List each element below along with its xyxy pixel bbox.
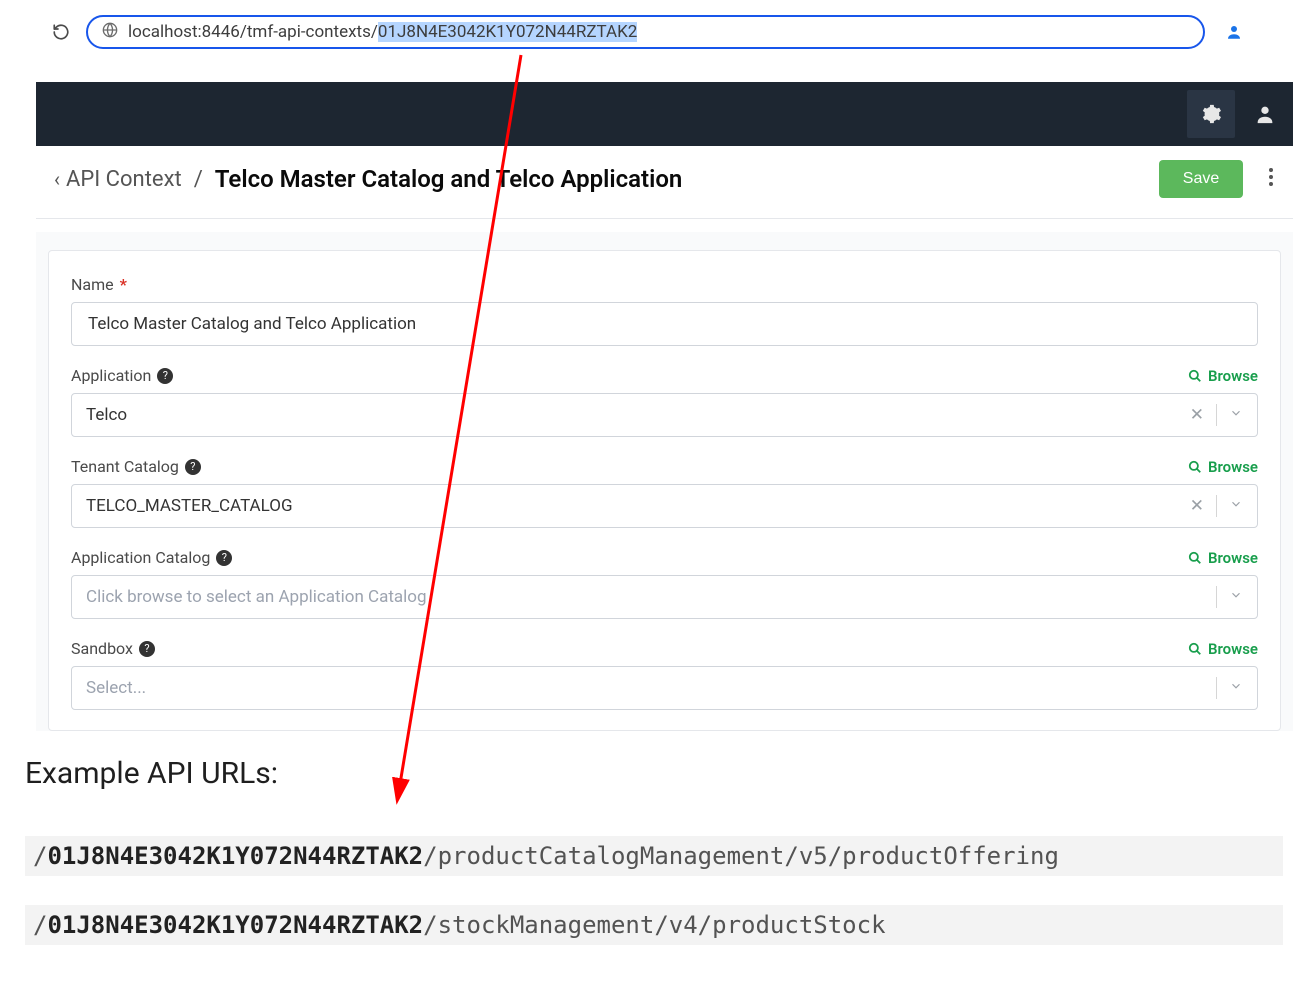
sandbox-browse[interactable]: Browse <box>1188 640 1258 658</box>
page-title: Telco Master Catalog and Telco Applicati… <box>215 165 1155 193</box>
field-application-catalog: Application Catalog ? Browse Click brows… <box>71 548 1258 619</box>
person-icon <box>1225 23 1243 41</box>
example-url-1: /01J8N4E3042K1Y072N44RZTAK2/productCatal… <box>25 836 1283 876</box>
field-application: Application ? Browse Telco ✕ <box>71 366 1258 437</box>
gear-icon <box>1200 103 1222 125</box>
globe-icon <box>102 22 118 43</box>
application-select[interactable]: Telco ✕ <box>71 393 1258 437</box>
breadcrumb-separator: / <box>186 167 211 192</box>
application-catalog-browse[interactable]: Browse <box>1188 549 1258 567</box>
application-value: Telco <box>86 405 1186 425</box>
browser-chrome-row: localhost:8446/tmf-api-contexts/01J8N4E3… <box>0 15 1293 49</box>
name-input[interactable] <box>86 313 1247 335</box>
chevron-down-icon[interactable] <box>1225 496 1247 516</box>
url-omnibox[interactable]: localhost:8446/tmf-api-contexts/01J8N4E3… <box>86 15 1205 49</box>
reload-icon <box>52 23 70 41</box>
field-name: Name* <box>71 275 1258 346</box>
account-button[interactable] <box>1241 90 1289 138</box>
sandbox-placeholder: Select... <box>86 678 1210 698</box>
application-catalog-label: Application Catalog ? <box>71 548 232 567</box>
help-icon[interactable]: ? <box>139 641 155 657</box>
settings-button[interactable] <box>1187 90 1235 138</box>
name-input-wrap <box>71 302 1258 346</box>
save-button[interactable]: Save <box>1159 160 1243 198</box>
profile-button[interactable] <box>1219 17 1249 47</box>
chevron-down-icon[interactable] <box>1225 678 1247 698</box>
help-icon[interactable]: ? <box>216 550 232 566</box>
tenant-catalog-select[interactable]: TELCO_MASTER_CATALOG ✕ <box>71 484 1258 528</box>
url-text: localhost:8446/tmf-api-contexts/01J8N4E3… <box>128 22 637 42</box>
sandbox-label: Sandbox ? <box>71 639 155 658</box>
reload-button[interactable] <box>50 21 72 43</box>
application-browse[interactable]: Browse <box>1188 367 1258 385</box>
person-icon <box>1254 103 1276 125</box>
help-icon[interactable]: ? <box>185 459 201 475</box>
field-tenant-catalog: Tenant Catalog ? Browse TELCO_MASTER_CAT… <box>71 457 1258 528</box>
breadcrumb-back[interactable]: ‹ API Context <box>54 167 182 192</box>
sandbox-select[interactable]: Select... <box>71 666 1258 710</box>
more-vertical-icon <box>1268 167 1274 187</box>
help-icon[interactable]: ? <box>157 368 173 384</box>
search-icon <box>1188 369 1202 383</box>
chevron-left-icon: ‹ <box>54 169 60 189</box>
more-actions-button[interactable] <box>1257 167 1285 192</box>
application-catalog-select[interactable]: Click browse to select an Application Ca… <box>71 575 1258 619</box>
search-icon <box>1188 642 1202 656</box>
clear-icon[interactable]: ✕ <box>1186 496 1208 516</box>
application-label: Application ? <box>71 366 173 385</box>
form-container: Name* Application ? Browse <box>36 232 1293 731</box>
breadcrumb-back-label: API Context <box>66 167 182 192</box>
name-label: Name* <box>71 275 127 294</box>
clear-icon[interactable]: ✕ <box>1186 405 1208 425</box>
field-sandbox: Sandbox ? Browse Select... <box>71 639 1258 710</box>
app-topbar <box>36 82 1293 146</box>
search-icon <box>1188 460 1202 474</box>
tenant-catalog-browse[interactable]: Browse <box>1188 458 1258 476</box>
chevron-down-icon[interactable] <box>1225 587 1247 607</box>
search-icon <box>1188 551 1202 565</box>
page-header: ‹ API Context / Telco Master Catalog and… <box>36 160 1293 219</box>
example-urls-heading: Example API URLs: <box>25 756 278 791</box>
tenant-catalog-label: Tenant Catalog ? <box>71 457 201 476</box>
application-catalog-placeholder: Click browse to select an Application Ca… <box>86 587 1210 607</box>
chevron-down-icon[interactable] <box>1225 405 1247 425</box>
example-url-2: /01J8N4E3042K1Y072N44RZTAK2/stockManagem… <box>25 905 1283 945</box>
tenant-catalog-value: TELCO_MASTER_CATALOG <box>86 496 1186 516</box>
